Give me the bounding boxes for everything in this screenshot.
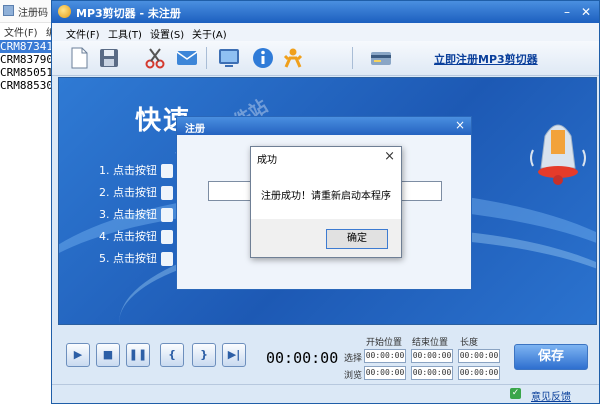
browse-length-field[interactable]: 00:00:00 xyxy=(458,366,500,380)
playback-controls: ▶ ■ ❚❚ { } ▶| 00:00:00 开始位置 结束位置 长度 选择 浏… xyxy=(58,327,595,385)
info-icon[interactable] xyxy=(250,45,276,71)
step-button-icon xyxy=(161,208,173,222)
success-message-box: 成功 × 注册成功！请重新启动本程序 确定 xyxy=(250,146,402,258)
step-button-icon xyxy=(161,252,173,266)
bell-icon xyxy=(530,124,586,185)
bg-menu-file[interactable]: 文件(F) xyxy=(4,24,38,39)
feedback-link[interactable]: 意见反馈 xyxy=(531,388,571,403)
close-icon[interactable]: × xyxy=(384,149,395,164)
step-label: 5. 点击按钮 xyxy=(99,252,157,265)
step-3: 3. 点击按钮 xyxy=(99,206,173,222)
user-icon[interactable] xyxy=(280,45,306,71)
message-text: 注册成功！请重新启动本程序 xyxy=(261,191,391,202)
register-dialog-titlebar: 注册 × xyxy=(177,117,471,135)
register-dialog-title: 注册 xyxy=(185,124,205,135)
window-title: MP3剪切器 - 未注册 xyxy=(76,7,181,20)
mark-end-button[interactable]: } xyxy=(192,343,216,367)
browse-row-label: 浏览 xyxy=(344,371,363,381)
main-menubar: 文件(F) 工具(T) 设置(S) 关于(A) xyxy=(52,23,599,42)
menu-tools[interactable]: 工具(T) xyxy=(108,26,142,41)
toolbar-separator xyxy=(352,47,353,69)
browse-start-field[interactable]: 00:00:00 xyxy=(364,366,406,380)
select-start-field[interactable]: 00:00:00 xyxy=(364,349,406,363)
background-window-titlebar: 注册码 xyxy=(0,0,58,23)
main-titlebar: MP3剪切器 - 未注册 – ✕ xyxy=(52,1,599,23)
select-end-field[interactable]: 00:00:00 xyxy=(411,349,453,363)
step-button-icon xyxy=(161,186,173,200)
monitor-icon[interactable] xyxy=(216,45,242,71)
step-label: 3. 点击按钮 xyxy=(99,208,157,221)
step-label: 4. 点击按钮 xyxy=(99,230,157,243)
feedback-check-icon: ✓ xyxy=(510,388,521,399)
close-icon[interactable]: ✕ xyxy=(578,4,594,20)
end-position-label: 结束位置 xyxy=(412,338,449,348)
message-box-titlebar: 成功 × xyxy=(251,147,401,167)
save-disk-icon[interactable] xyxy=(96,45,122,71)
start-position-label: 开始位置 xyxy=(366,338,403,348)
step-label: 1. 点击按钮 xyxy=(99,164,157,177)
background-menubar: 文件(F) 编 xyxy=(0,22,58,39)
register-card-icon[interactable] xyxy=(368,45,394,71)
toolbar-separator xyxy=(206,47,207,69)
notepad-icon xyxy=(3,5,14,16)
code-line[interactable]: CRM837900 xyxy=(0,53,58,66)
message-box-title: 成功 xyxy=(257,155,277,166)
stop-button[interactable]: ■ xyxy=(96,343,120,367)
message-box-footer: 确定 xyxy=(251,219,401,257)
select-length-field[interactable]: 00:00:00 xyxy=(458,349,500,363)
main-toolbar: 立即注册MP3剪切器 xyxy=(52,41,599,76)
register-now-link[interactable]: 立即注册MP3剪切器 xyxy=(434,51,538,67)
scissors-icon[interactable] xyxy=(142,45,168,71)
select-row-label: 选择 xyxy=(344,354,363,364)
play-button[interactable]: ▶ xyxy=(66,343,90,367)
step-label: 2. 点击按钮 xyxy=(99,186,157,199)
new-file-icon[interactable] xyxy=(66,45,92,71)
play-selection-button[interactable]: ▶| xyxy=(222,343,246,367)
code-line[interactable]: CRM873416 xyxy=(0,40,58,53)
ok-button[interactable]: 确定 xyxy=(326,229,388,249)
mark-start-button[interactable]: { xyxy=(160,343,184,367)
app-icon xyxy=(58,5,71,18)
save-button[interactable]: 保存 xyxy=(514,344,588,370)
menu-settings[interactable]: 设置(S) xyxy=(150,26,184,41)
step-button-icon xyxy=(161,230,173,244)
step-button-icon xyxy=(161,164,173,178)
pause-button[interactable]: ❚❚ xyxy=(126,343,150,367)
menu-file[interactable]: 文件(F) xyxy=(66,26,100,41)
code-line[interactable]: CRM850510 xyxy=(0,66,58,79)
length-label: 长度 xyxy=(460,338,479,348)
step-4: 4. 点击按钮 xyxy=(99,228,173,244)
mail-icon[interactable] xyxy=(174,45,200,71)
menu-about[interactable]: 关于(A) xyxy=(192,26,227,41)
step-2: 2. 点击按钮 xyxy=(99,184,173,200)
time-display: 00:00:00 xyxy=(266,349,339,367)
background-window-title: 注册码 xyxy=(18,8,48,19)
close-icon[interactable]: × xyxy=(455,118,465,132)
browse-end-field[interactable]: 00:00:00 xyxy=(411,366,453,380)
minimize-icon[interactable]: – xyxy=(559,4,575,20)
status-bar: ✓ 意见反馈 xyxy=(52,384,599,403)
step-5: 5. 点击按钮 xyxy=(99,250,173,266)
step-1: 1. 点击按钮 xyxy=(99,162,173,178)
code-line[interactable]: CRM885301 xyxy=(0,79,58,92)
